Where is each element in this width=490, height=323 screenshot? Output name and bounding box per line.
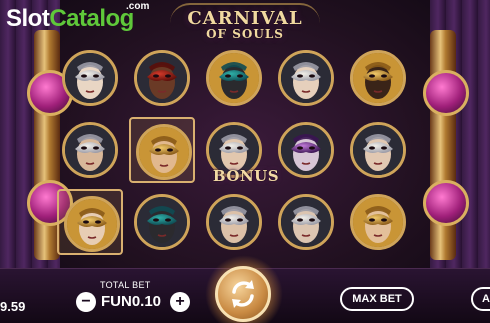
masked-face-symbol [64,196,120,252]
mask-face-icon [281,197,331,247]
reel-cell [57,45,123,111]
reel-cell [57,117,123,183]
masked-face-symbol [350,194,406,250]
mask-face-icon [353,53,403,103]
total-bet-value: FUN0.10 [101,293,162,310]
reel-cell [273,117,339,183]
game-title: CARNIVAL OF SOULS [180,8,310,41]
balance-value: 9.59 [0,299,26,314]
reel-cell [201,189,267,255]
mask-face-icon [139,127,189,177]
logo-slot: Slot [6,5,50,32]
masked-face-symbol [136,124,192,180]
masked-face-symbol [350,50,406,106]
logo-catalog: Catalog [49,5,134,32]
masked-face-symbol [206,50,262,106]
reel-cell [129,117,195,183]
slotcatalog-logo: Slot Catalog .com [6,1,149,35]
mask-face-icon [209,53,259,103]
bonus-label: BONUS [212,167,280,185]
decrease-bet-button[interactable]: − [76,292,96,312]
spin-button[interactable] [215,266,271,322]
reel-cell [345,117,411,183]
reel-grid [57,45,409,263]
mask-face-icon [281,125,331,175]
pillar-orb [423,180,469,226]
masked-face-symbol [350,122,406,178]
reel-cell [345,45,411,111]
pillar-orb [423,70,469,116]
reel-cell [201,45,267,111]
spin-arrows-icon [232,280,254,308]
total-bet-label: TOTAL BET [100,280,151,290]
logo-com: .com [126,1,150,12]
reel-cell [345,189,411,255]
game-stage: Slot Catalog .com CARNIVAL OF SOULS BONUS… [0,0,490,323]
increase-bet-button[interactable]: + [170,292,190,312]
reel-cell [273,45,339,111]
mask-face-icon [65,53,115,103]
masked-face-symbol [206,194,262,250]
masked-face-symbol [278,194,334,250]
reel-cell [57,189,123,255]
mask-face-icon [65,125,115,175]
reel-cell [273,189,339,255]
masked-face-symbol [278,122,334,178]
mask-face-icon [137,53,187,103]
right-pillar [423,30,469,260]
mask-face-icon [209,197,259,247]
mask-face-icon [67,199,117,249]
masked-face-symbol [134,50,190,106]
game-title-line1: CARNIVAL [187,8,303,29]
reel-cell [129,189,195,255]
max-bet-button[interactable]: MAX BET [340,287,414,311]
autoplay-button[interactable]: A [471,287,490,311]
mask-face-icon [281,53,331,103]
masked-face-symbol [134,194,190,250]
masked-face-symbol [62,50,118,106]
masked-face-symbol [62,122,118,178]
mask-face-icon [353,125,403,175]
game-title-line2: OF SOULS [206,27,284,41]
mask-face-icon [137,197,187,247]
reel-cell [129,45,195,111]
mask-face-icon [353,197,403,247]
masked-face-symbol [278,50,334,106]
